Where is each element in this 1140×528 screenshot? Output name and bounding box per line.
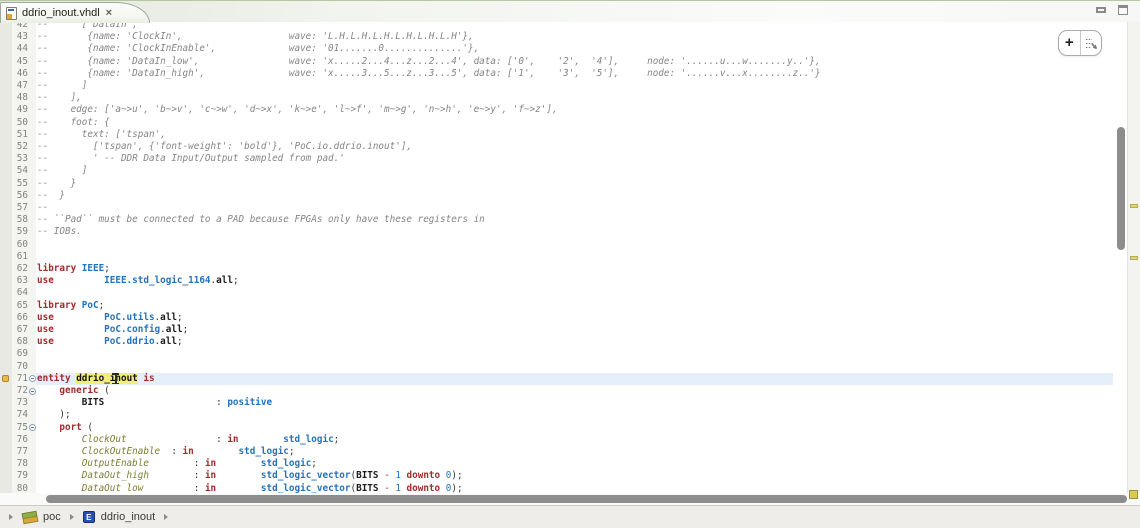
plus-icon: + xyxy=(1064,34,1074,51)
code-line-46[interactable]: -- {name: 'DataIn_high', wave: 'x.....3.… xyxy=(36,68,1113,80)
zoom-in-button[interactable]: + xyxy=(1059,31,1080,55)
vhdl-library-icon xyxy=(22,511,37,523)
code-line-56[interactable]: -- } xyxy=(36,190,1113,202)
horizontal-scrollbar[interactable] xyxy=(0,493,1140,505)
code-line-63[interactable]: use IEEE.std_logic_1164.all; xyxy=(36,275,1113,287)
code-text-area[interactable]: -- ['DataIn', -- {name: 'ClockIn', wave: … xyxy=(0,22,1140,493)
breadcrumb-label: ddrio_inout xyxy=(100,511,156,523)
code-line-48[interactable]: -- ], xyxy=(36,92,1113,104)
code-line-43[interactable]: -- {name: 'ClockIn', wave: 'L.H.L.H.L.H.… xyxy=(36,31,1113,43)
code-line-66[interactable]: use PoC.utils.all; xyxy=(36,312,1113,324)
text-cursor xyxy=(111,373,120,385)
code-line-61[interactable] xyxy=(36,251,1113,263)
code-line-69[interactable] xyxy=(36,348,1113,360)
code-line-72[interactable]: generic ( xyxy=(36,385,1113,397)
code-line-76[interactable]: ClockOut : in std_logic; xyxy=(36,434,1113,446)
code-line-59[interactable]: -- IOBs. xyxy=(36,226,1113,238)
code-line-51[interactable]: -- text: ['tspan', xyxy=(36,129,1113,141)
code-line-77[interactable]: ClockOutEnable : in std_logic; xyxy=(36,446,1113,458)
code-line-74[interactable]: ); xyxy=(36,409,1113,421)
maximize-view-icon[interactable] xyxy=(1118,5,1128,15)
breadcrumb-label: poc xyxy=(43,511,61,523)
code-line-71[interactable]: entity ddrio_inout is xyxy=(36,372,1113,385)
code-line-52[interactable]: -- ['tspan', {'font-weight': 'bold'}, 'P… xyxy=(36,141,1113,153)
code-line-58[interactable]: -- ``Pad`` must be connected to a PAD be… xyxy=(36,214,1113,226)
code-line-45[interactable]: -- {name: 'DataIn_low', wave: 'x.....2..… xyxy=(36,56,1113,68)
breadcrumb-arrow-icon[interactable] xyxy=(69,514,74,520)
code-line-60[interactable] xyxy=(36,239,1113,251)
tab-title: ddrio_inout.vhdl xyxy=(22,7,100,19)
code-line-57[interactable]: -- xyxy=(36,202,1113,214)
code-line-42[interactable]: -- ['DataIn', xyxy=(36,22,1113,31)
breadcrumb: poc E ddrio_inout xyxy=(0,505,1140,528)
view-window-buttons xyxy=(1096,5,1128,15)
code-line-70[interactable] xyxy=(36,361,1113,373)
breadcrumb-item-ddrio-inout[interactable]: E ddrio_inout xyxy=(82,511,156,523)
code-line-54[interactable]: -- ] xyxy=(36,165,1113,177)
floating-toolbar: + xyxy=(1058,30,1102,56)
overview-ruler-corner-button[interactable] xyxy=(1129,490,1138,499)
overview-ruler[interactable] xyxy=(1127,22,1140,493)
occurrence-overview-marker[interactable] xyxy=(1130,256,1138,260)
code-line-73[interactable]: BITS : positive xyxy=(36,397,1113,409)
code-line-53[interactable]: -- ' -- DDR Data Input/Output sampled fr… xyxy=(36,153,1113,165)
code-line-50[interactable]: -- foot: { xyxy=(36,117,1113,129)
code-line-78[interactable]: OutputEnable : in std_logic; xyxy=(36,458,1113,470)
code-line-79[interactable]: DataOut_high : in std_logic_vector(BITS … xyxy=(36,470,1113,482)
editor-tab-bar: ddrio_inout.vhdl × xyxy=(0,0,1140,23)
code-editor[interactable]: 42 43 44 45 46 47 48 49 50 51 52 53 54 55 56 57 58 59 60 61… xyxy=(0,22,1140,493)
pin-editor-icon xyxy=(1086,38,1098,49)
breadcrumb-arrow-icon[interactable] xyxy=(164,514,169,520)
code-line-65[interactable]: library PoC; xyxy=(36,300,1113,312)
vhdl-file-icon xyxy=(6,6,17,20)
code-line-75[interactable]: port ( xyxy=(36,422,1113,434)
pin-editor-button[interactable] xyxy=(1079,31,1102,55)
editor-tab-ddrio-inout[interactable]: ddrio_inout.vhdl × xyxy=(0,2,150,23)
horizontal-scrollbar-thumb[interactable] xyxy=(46,495,1127,503)
code-line-44[interactable]: -- {name: 'ClockInEnable', wave: '01....… xyxy=(36,43,1113,55)
code-line-80[interactable]: DataOut_low : in std_logic_vector(BITS -… xyxy=(36,483,1113,493)
vertical-scrollbar-thumb[interactable] xyxy=(1117,127,1125,250)
occurrence-overview-marker[interactable] xyxy=(1130,204,1138,208)
breadcrumb-item-poc[interactable]: poc xyxy=(22,511,61,523)
breadcrumb-arrow-icon[interactable] xyxy=(9,514,13,520)
close-tab-icon[interactable]: × xyxy=(106,8,112,19)
minimize-view-icon[interactable] xyxy=(1096,7,1106,13)
eclipse-editor-window: ddrio_inout.vhdl × 42 43 44 45 46 47 48 49 50 51 5… xyxy=(0,0,1140,528)
code-line-47[interactable]: -- ] xyxy=(36,80,1113,92)
vhdl-entity-icon: E xyxy=(82,511,95,523)
code-line-68[interactable]: use PoC.ddrio.all; xyxy=(36,336,1113,348)
code-line-49[interactable]: -- edge: ['a~>u', 'b~>v', 'c~>w', 'd~>x'… xyxy=(36,104,1113,116)
code-line-55[interactable]: -- } xyxy=(36,178,1113,190)
code-line-64[interactable] xyxy=(36,287,1113,299)
code-line-67[interactable]: use PoC.config.all; xyxy=(36,324,1113,336)
code-line-62[interactable]: library IEEE; xyxy=(36,263,1113,275)
